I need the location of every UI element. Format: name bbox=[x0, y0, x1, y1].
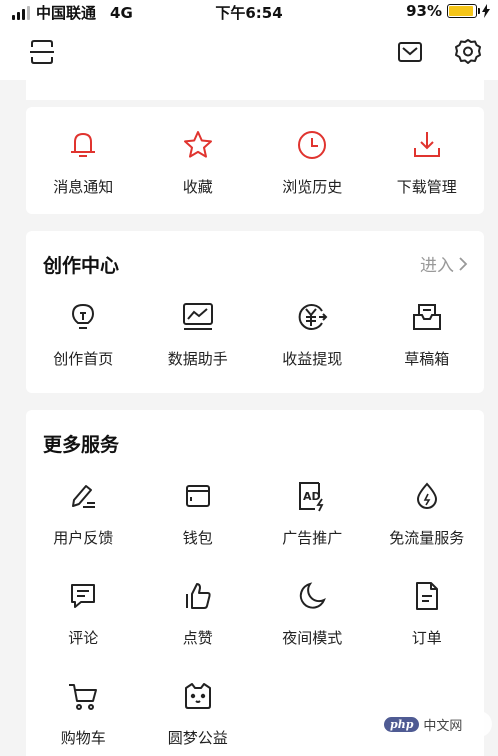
thumbs-up-icon bbox=[180, 578, 216, 614]
enter-label: 进入 bbox=[420, 256, 454, 276]
svg-text:AD: AD bbox=[303, 490, 321, 503]
bell-icon bbox=[65, 127, 101, 163]
quick-action-history[interactable]: 浏览历史 bbox=[255, 127, 370, 197]
service-charity[interactable]: 圆梦公益 bbox=[141, 678, 256, 748]
service-label: 免流量服务 bbox=[389, 529, 465, 547]
service-comments[interactable]: 评论 bbox=[26, 578, 141, 648]
quick-action-label: 消息通知 bbox=[53, 178, 114, 196]
service-ads[interactable]: AD 广告推广 bbox=[255, 478, 370, 548]
service-night-mode[interactable]: 夜间模式 bbox=[255, 578, 370, 648]
service-label: 购物车 bbox=[60, 729, 106, 747]
service-label: 钱包 bbox=[182, 529, 213, 547]
status-bar: 中国联通 4G 下午6:54 93% bbox=[0, 0, 498, 24]
more-services-row-2: 评论 点赞 夜间模式 订单 bbox=[26, 578, 484, 648]
service-likes[interactable]: 点赞 bbox=[141, 578, 256, 648]
pen-icon bbox=[65, 478, 101, 514]
chevron-right-icon bbox=[459, 256, 468, 271]
creation-center-enter-link[interactable]: 进入 bbox=[420, 251, 468, 276]
creation-item-label: 数据助手 bbox=[167, 350, 228, 368]
document-icon bbox=[409, 578, 445, 614]
service-orders[interactable]: 订单 bbox=[370, 578, 485, 648]
creation-item-label: 收益提现 bbox=[282, 350, 343, 368]
quick-action-notifications[interactable]: 消息通知 bbox=[26, 127, 141, 197]
yuan-withdraw-icon bbox=[294, 299, 330, 335]
quick-action-downloads[interactable]: 下载管理 bbox=[370, 127, 485, 197]
charging-icon bbox=[482, 4, 490, 18]
download-icon bbox=[409, 127, 445, 163]
service-wallet[interactable]: 钱包 bbox=[141, 478, 256, 548]
moon-icon bbox=[294, 578, 330, 614]
quick-actions-card: 消息通知 收藏 浏览历史 下载管理 bbox=[26, 107, 484, 214]
battery-icon bbox=[447, 4, 480, 18]
battery-percent: 93% bbox=[406, 2, 442, 20]
lightbulb-icon bbox=[65, 299, 101, 335]
service-label: 用户反馈 bbox=[53, 529, 114, 547]
creation-home[interactable]: 创作首页 bbox=[26, 299, 141, 369]
quick-action-favorites[interactable]: 收藏 bbox=[141, 127, 256, 197]
clock-icon bbox=[294, 127, 330, 163]
quick-action-label: 收藏 bbox=[182, 178, 213, 196]
draft-box-icon bbox=[409, 299, 445, 335]
service-label: 夜间模式 bbox=[282, 629, 343, 647]
service-feedback[interactable]: 用户反馈 bbox=[26, 478, 141, 548]
scan-icon[interactable] bbox=[26, 36, 58, 68]
service-data-free[interactable]: 免流量服务 bbox=[370, 478, 485, 548]
creation-center-card: 创作中心 进入 创作首页 数据助手 收益提现 草稿箱 bbox=[26, 231, 484, 393]
watermark-badge: php bbox=[384, 716, 420, 732]
service-label: 广告推广 bbox=[282, 529, 343, 547]
creation-drafts[interactable]: 草稿箱 bbox=[370, 299, 485, 369]
gear-icon[interactable] bbox=[452, 36, 484, 68]
service-label: 评论 bbox=[68, 629, 99, 647]
creation-item-label: 创作首页 bbox=[53, 350, 114, 368]
clock: 下午6:54 bbox=[215, 4, 283, 22]
creation-withdraw[interactable]: 收益提现 bbox=[255, 299, 370, 369]
drop-icon bbox=[409, 478, 445, 514]
ad-icon: AD bbox=[294, 478, 330, 514]
mail-icon[interactable] bbox=[394, 36, 426, 68]
more-services-title: 更多服务 bbox=[43, 434, 120, 456]
creation-center-title: 创作中心 bbox=[43, 255, 120, 277]
scrolled-stats-row: ​ bbox=[26, 80, 484, 100]
top-nav bbox=[0, 24, 498, 80]
cat-face-icon bbox=[180, 678, 216, 714]
quick-actions-grid: 消息通知 收藏 浏览历史 下载管理 bbox=[26, 127, 484, 197]
watermark-text: 中文网 bbox=[423, 718, 463, 734]
quick-action-label: 下载管理 bbox=[396, 178, 457, 196]
quick-action-label: 浏览历史 bbox=[282, 178, 343, 196]
creation-data-assistant[interactable]: 数据助手 bbox=[141, 299, 256, 369]
site-watermark: php 中文网 bbox=[380, 711, 492, 737]
more-services-row-1: 用户反馈 钱包 AD 广告推广 免流量服务 bbox=[26, 478, 484, 548]
chart-icon bbox=[180, 299, 216, 335]
service-label: 订单 bbox=[411, 629, 442, 647]
wallet-icon bbox=[180, 478, 216, 514]
comment-icon bbox=[65, 578, 101, 614]
service-cart[interactable]: 购物车 bbox=[26, 678, 141, 748]
cart-icon bbox=[65, 678, 101, 714]
creation-center-grid: 创作首页 数据助手 收益提现 草稿箱 bbox=[26, 299, 484, 369]
creation-item-label: 草稿箱 bbox=[404, 350, 450, 368]
service-label: 圆梦公益 bbox=[167, 729, 228, 747]
star-icon bbox=[180, 127, 216, 163]
more-services-card: 更多服务 用户反馈 钱包 AD 广告推广 免流量服务 评论 点赞 夜间模式 订单… bbox=[26, 410, 484, 756]
service-label: 点赞 bbox=[182, 629, 213, 647]
